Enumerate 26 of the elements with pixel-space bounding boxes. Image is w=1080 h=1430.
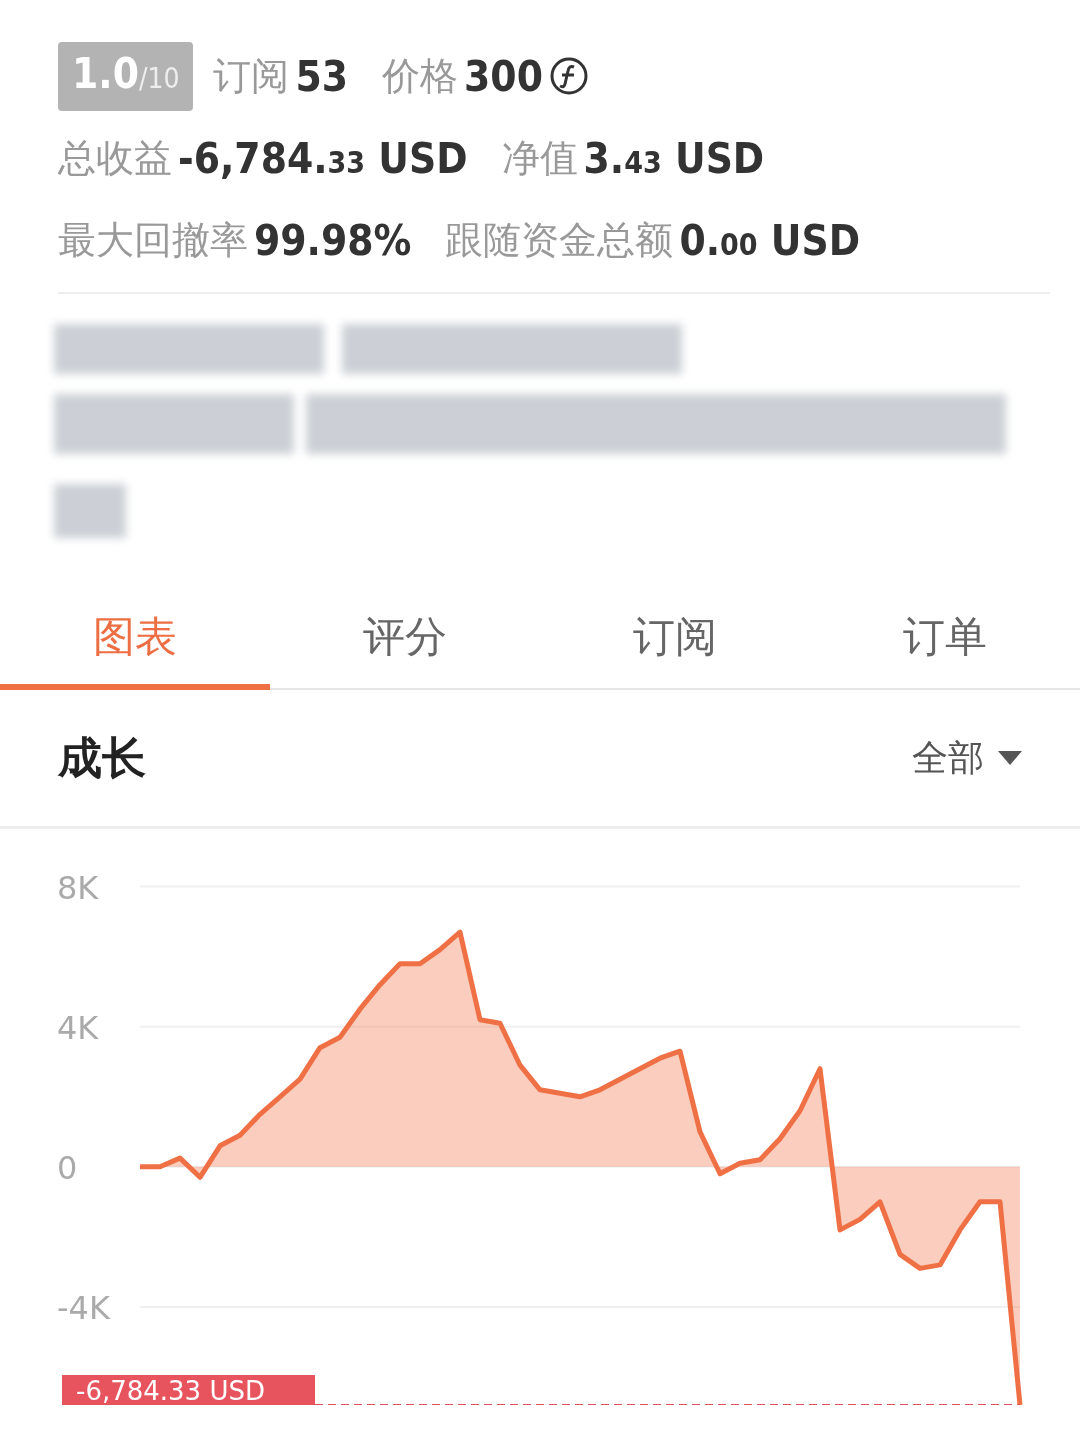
tab[interactable]: 图表 [0, 594, 270, 690]
stat-label: 订阅 [213, 52, 290, 100]
stat-value: 300 [464, 51, 543, 101]
stat-value: -6,784.33 USD [178, 133, 468, 183]
blurred-text [54, 484, 126, 538]
stat-value: 0.00 USD [679, 215, 861, 265]
axis-tick-label: 0 [57, 1148, 78, 1187]
stat-value: 99.98% [254, 215, 412, 265]
score-badge: 1.0/10 [58, 41, 194, 111]
tab[interactable]: 订单 [810, 594, 1080, 690]
caret-icon [998, 751, 1022, 765]
filter-dropdown[interactable]: 全部 [912, 733, 1022, 783]
stat-label: 净值 [501, 134, 578, 182]
stat-label: 跟随资金总额 [445, 216, 674, 264]
tab[interactable]: 订阅 [540, 594, 810, 690]
axis-tick-label: -4K [57, 1288, 110, 1327]
tab[interactable]: 评分 [270, 594, 540, 690]
stat-label: 价格 [382, 52, 459, 100]
stat-label: 总收益 [58, 134, 172, 182]
axis-tick-label: 4K [57, 1008, 99, 1047]
stat-value: 53 [295, 51, 349, 101]
stat-label: 最大回撤率 [58, 216, 248, 264]
stat-value: 3.43 USD [583, 133, 765, 183]
section-title: 成长 [58, 730, 146, 785]
value-tag: -6,784.33 USD [62, 1375, 315, 1405]
axis-tick-label: 8K [57, 868, 99, 907]
